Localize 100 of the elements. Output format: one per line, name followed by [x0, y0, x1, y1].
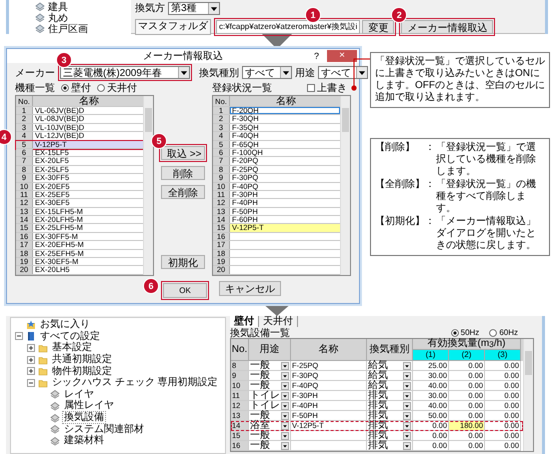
usage-dropdown[interactable]: トイレ: [249, 401, 291, 411]
scrollbar[interactable]: [523, 339, 533, 451]
radio-button[interactable]: 壁付: [61, 81, 91, 95]
layer-icon: [50, 436, 60, 446]
layer-icon: [35, 2, 45, 11]
usage-dropdown[interactable]: 一般: [249, 371, 291, 381]
close-button[interactable]: ×: [327, 50, 357, 62]
usage-dropdown[interactable]: 一般: [249, 441, 291, 451]
tree-item[interactable]: 基本設定: [51, 342, 93, 354]
type-select[interactable]: すべて: [242, 66, 292, 79]
folder-icon: [38, 354, 48, 365]
term-text: 【削除】: [375, 142, 416, 155]
tree-item[interactable]: システム関連部材: [63, 424, 145, 435]
caret-icon: [281, 402, 289, 410]
folder-icon: [38, 342, 48, 353]
type-dropdown[interactable]: 給気: [367, 371, 413, 381]
tree-item[interactable]: 建具: [48, 0, 68, 14]
description-text: 「登録状況一覧」の機種をすべて削除します。: [436, 179, 537, 215]
book-icon: [26, 331, 36, 342]
tree-item[interactable]: 共通初期設定: [51, 354, 113, 366]
scrollbar[interactable]: [143, 96, 153, 275]
radio-button[interactable]: 天井付: [97, 81, 137, 95]
caret-icon: [403, 412, 411, 420]
step-badge: 1: [305, 7, 321, 23]
folder-icon: [38, 378, 48, 388]
down-arrow-icon: [262, 304, 290, 316]
usage-select[interactable]: すべて: [318, 66, 368, 79]
usage-dropdown[interactable]: 一般: [249, 361, 291, 371]
tree-item[interactable]: 住戸区画: [48, 22, 88, 36]
caret-icon: [281, 392, 289, 400]
layer-icon: [50, 424, 60, 434]
type-dropdown[interactable]: 排気: [367, 391, 413, 401]
type-dropdown[interactable]: 排気: [367, 411, 413, 421]
import-button[interactable]: メーカー情報取込: [401, 20, 494, 34]
expand-toggle-icon[interactable]: [27, 367, 35, 376]
caret-icon: [403, 432, 411, 440]
field-label: マスタフォルダ: [135, 19, 211, 35]
field-label: 換気方: [135, 2, 165, 15]
tab[interactable]: 壁付: [230, 316, 259, 327]
maker-select[interactable]: 三菱電機(株)2009年春: [60, 66, 190, 79]
ok-button[interactable]: OK: [163, 282, 207, 298]
cancel-button[interactable]: キャンセル: [219, 280, 281, 296]
change-button[interactable]: 変更: [362, 20, 394, 34]
caret-icon: [403, 372, 411, 380]
usage-dropdown[interactable]: 一般: [249, 381, 291, 391]
caret-icon: [281, 362, 289, 370]
type-dropdown[interactable]: 給気: [367, 381, 413, 391]
action-button[interactable]: 取込 >>: [161, 146, 205, 160]
collapse-toggle-icon[interactable]: [15, 332, 23, 340]
caret-icon: [281, 382, 289, 390]
type-dropdown[interactable]: 排気: [367, 431, 413, 441]
table-title: 換気設備一覧: [230, 326, 290, 340]
tree-item[interactable]: 属性レイヤ: [63, 400, 115, 412]
field-label: 用途: [295, 66, 315, 80]
tree-item[interactable]: すべての設定: [39, 330, 101, 342]
description-text: 「メーカー情報取込」ダイアログを開いたときの状態に戻します。: [436, 216, 537, 252]
radio-button[interactable]: 50Hz: [450, 328, 480, 337]
help-button[interactable]: ?: [314, 51, 319, 61]
usage-dropdown[interactable]: トイレ: [249, 391, 291, 401]
path-field[interactable]: c:¥fcapp¥atzero¥atzeromaster¥換気設i: [216, 20, 360, 34]
caret-icon: [403, 382, 411, 390]
expand-toggle-icon[interactable]: [27, 344, 35, 352]
tree-item[interactable]: 建築材料: [63, 435, 105, 446]
tree-item[interactable]: 物件初期設定: [51, 366, 113, 377]
tree-item[interactable]: お気に入り: [39, 319, 91, 330]
star-folder-icon: [26, 320, 36, 330]
type-dropdown[interactable]: 給気: [367, 361, 413, 371]
column-header: (2): [449, 350, 485, 361]
caret-icon: [403, 422, 411, 430]
action-button[interactable]: 全削除: [161, 185, 205, 199]
action-button[interactable]: 初期化: [161, 254, 205, 269]
type-dropdown[interactable]: 排気: [367, 441, 413, 451]
separator-text: ：: [425, 142, 436, 155]
tree-item[interactable]: 丸め: [48, 10, 68, 24]
dialog-title: メーカー情報取込: [143, 50, 223, 63]
caret-icon: [281, 412, 289, 420]
column-header: 用途: [249, 339, 291, 361]
tree-item[interactable]: 換気設備: [63, 412, 105, 424]
caret-icon: [403, 442, 411, 450]
folder-icon: [38, 366, 48, 376]
type-dropdown[interactable]: 排気: [367, 401, 413, 411]
tree-item[interactable]: レイヤ: [63, 388, 95, 400]
radio-button[interactable]: 60Hz: [489, 328, 518, 337]
overwrite-checkbox[interactable]: 上書き: [307, 81, 347, 95]
caret-icon: [281, 442, 289, 450]
layer-icon: [50, 412, 60, 423]
action-button[interactable]: 削除: [161, 166, 205, 180]
caret-icon: [281, 372, 289, 380]
list-title: 機種一覧: [15, 82, 55, 95]
method-select[interactable]: 第3種: [168, 2, 220, 14]
expand-toggle-icon[interactable]: [27, 356, 35, 364]
layer-icon: [35, 13, 45, 22]
list-title: 登録状況一覧: [212, 82, 272, 95]
separator-text: ：: [425, 216, 436, 229]
tree-item[interactable]: シックハウス チェック 専用初期設定: [51, 377, 219, 388]
step-badge: 2: [391, 7, 408, 23]
scrollbar[interactable]: [340, 96, 350, 275]
column-header: 名称: [275, 96, 297, 106]
collapse-toggle-icon[interactable]: [27, 378, 35, 387]
usage-dropdown[interactable]: 一般: [249, 411, 291, 421]
